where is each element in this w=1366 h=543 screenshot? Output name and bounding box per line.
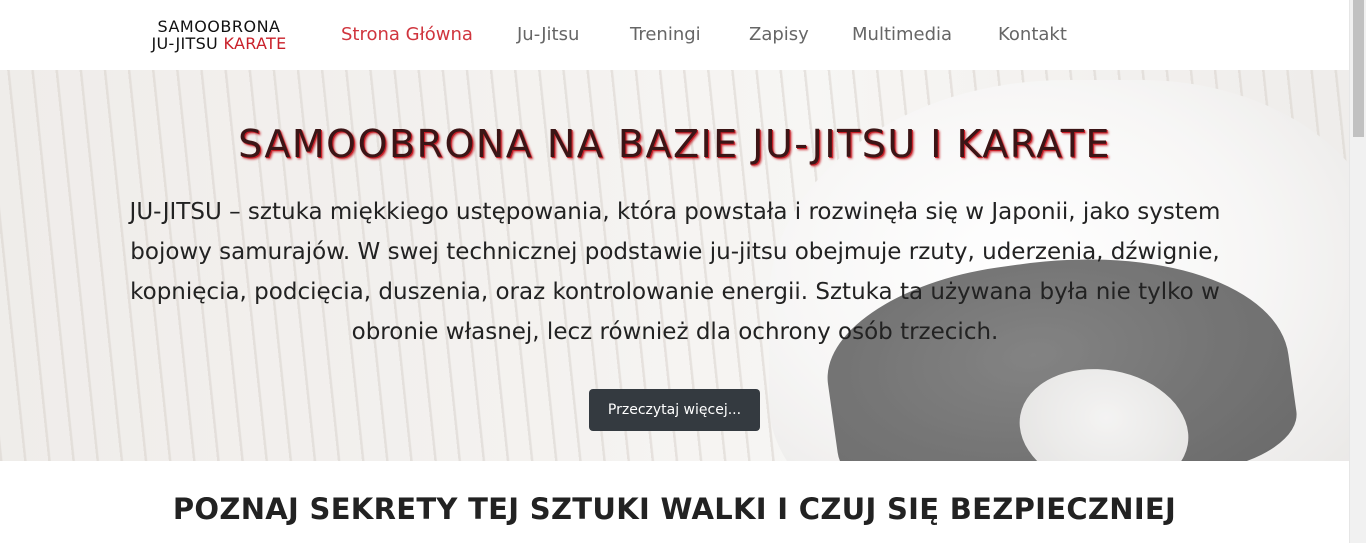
logo-line2: JU-JITSU KARATE bbox=[141, 35, 297, 52]
page-scrollbar[interactable] bbox=[1349, 0, 1366, 543]
scrollbar-thumb[interactable] bbox=[1353, 0, 1364, 137]
nav-item-treningi[interactable]: Treningi bbox=[630, 24, 701, 45]
hero-description: JU-JITSU – sztuka miękkiego ustępowania,… bbox=[129, 199, 1221, 345]
logo-line2-red: KARATE bbox=[223, 34, 287, 53]
nav-item-multimedia[interactable]: Multimedia bbox=[852, 24, 952, 45]
nav-item-ju-jitsu[interactable]: Ju-Jitsu bbox=[517, 24, 579, 45]
nav-item-zapisy[interactable]: Zapisy bbox=[749, 24, 809, 45]
nav-item-kontakt[interactable]: Kontakt bbox=[998, 24, 1067, 45]
hero-title: SAMOOBRONA NA BAZIE JU-JITSU I KARATE bbox=[238, 122, 1111, 166]
nav-item-strona-glowna[interactable]: Strona Główna bbox=[341, 24, 473, 45]
logo-line2-black: JU-JITSU bbox=[151, 34, 219, 53]
logo-line1: SAMOOBRONA bbox=[157, 17, 281, 36]
site-logo[interactable]: SAMOOBRONA JU-JITSU KARATE bbox=[141, 18, 297, 52]
section-title: POZNAJ SEKRETY TEJ SZTUKI WALKI I CZUJ S… bbox=[172, 492, 1177, 526]
read-more-button[interactable]: Przeczytaj więcej... bbox=[589, 389, 760, 431]
hero-banner: SAMOOBRONA NA BAZIE JU-JITSU I KARATE JU… bbox=[0, 70, 1349, 461]
navbar: SAMOOBRONA JU-JITSU KARATE Strona Główna… bbox=[0, 0, 1349, 70]
